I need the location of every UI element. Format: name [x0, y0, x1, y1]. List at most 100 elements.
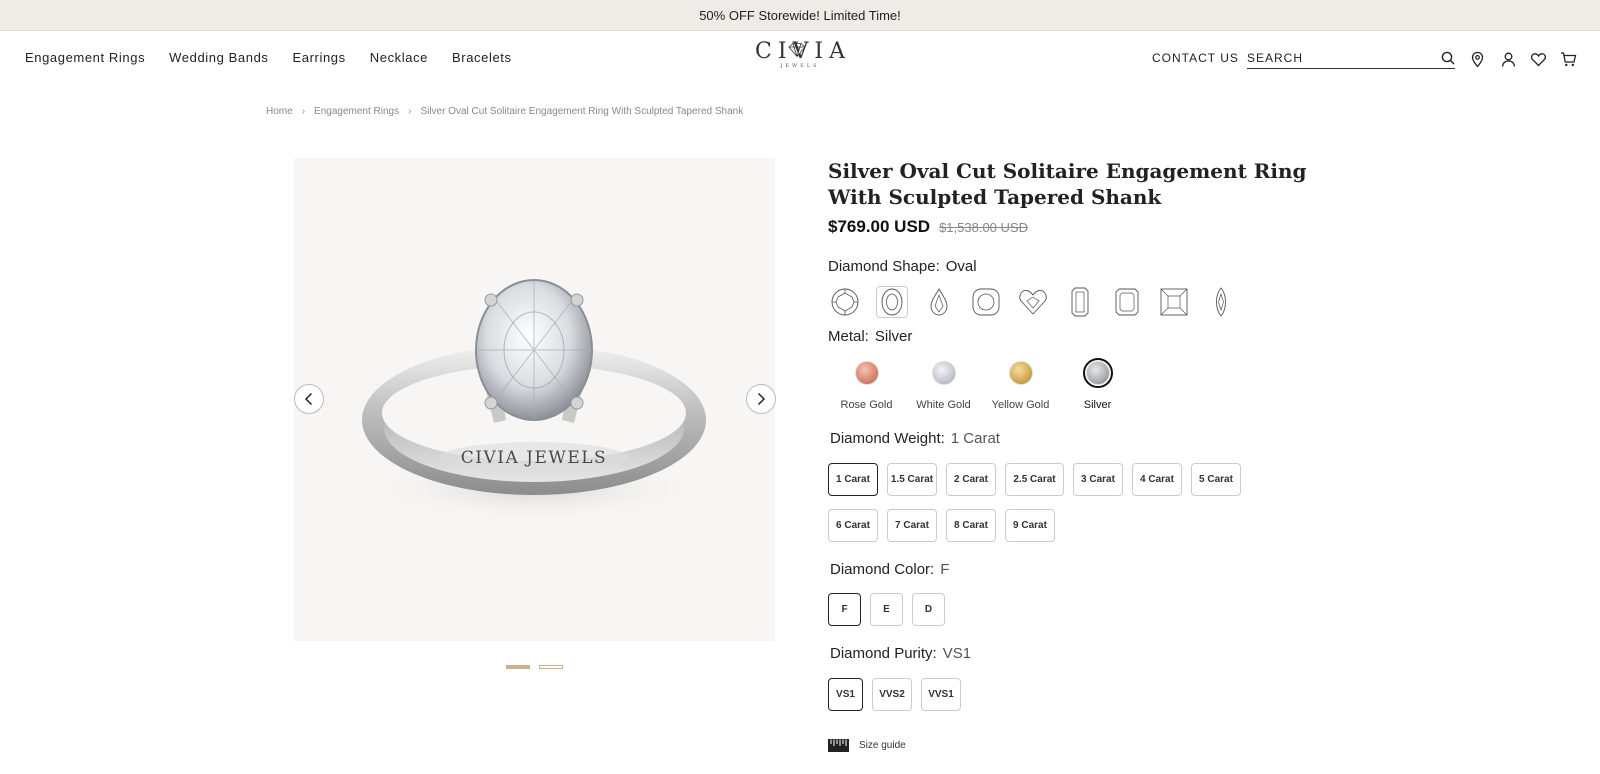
shape-radiant[interactable]: [1111, 286, 1143, 318]
metal-swatch-ring: [929, 358, 959, 388]
metal-swatch-ring: [852, 358, 882, 388]
weight-option[interactable]: 2.5 Carat: [1005, 463, 1064, 496]
nav-engagement-rings[interactable]: Engagement Rings: [25, 50, 145, 65]
color-option[interactable]: F: [828, 593, 861, 626]
ring-image: CIVIA JEWELS: [362, 279, 706, 522]
weight-option[interactable]: 4 Carat: [1132, 463, 1182, 496]
metal-swatch: [854, 361, 879, 385]
gallery-dot[interactable]: [539, 665, 563, 669]
weight-option[interactable]: 1.5 Carat: [887, 463, 937, 496]
weight-option[interactable]: 8 Carat: [946, 509, 996, 542]
pear-diamond-icon: [930, 288, 948, 316]
search-icon[interactable]: [1441, 51, 1455, 65]
shape-round[interactable]: [829, 286, 861, 318]
announcement-bar: 50% OFF Storewide! Limited Time!: [0, 0, 1600, 31]
metal-yellow-gold[interactable]: Yellow Gold: [982, 358, 1059, 411]
shape-value: Oval: [945, 258, 977, 275]
color-option[interactable]: E: [870, 593, 903, 626]
round-diamond-icon: [831, 288, 859, 316]
weight-option[interactable]: 2 Carat: [946, 463, 996, 496]
metal-label-text: Metal:: [828, 328, 869, 345]
metal-name: White Gold: [916, 399, 971, 411]
heart-diamond-icon: [1019, 290, 1047, 315]
purity-option[interactable]: VVS2: [872, 678, 912, 711]
metal-name: Silver: [1083, 399, 1112, 411]
sale-price: $769.00 USD: [828, 217, 931, 236]
nav-necklace[interactable]: Necklace: [370, 50, 428, 65]
shape-princess[interactable]: [1158, 286, 1190, 318]
gallery-dot-active[interactable]: [506, 665, 530, 669]
shape-cushion[interactable]: [970, 286, 1002, 318]
oval-diamond-icon: [881, 288, 903, 316]
heart-icon[interactable]: [1530, 51, 1547, 68]
size-guide-label: Size guide: [859, 740, 906, 751]
shape-heart[interactable]: [1017, 286, 1049, 318]
color-option[interactable]: D: [912, 593, 945, 626]
color-label-text: Diamond Color:: [830, 561, 935, 578]
metal-name: Yellow Gold: [991, 399, 1050, 411]
weight-option[interactable]: 6 Carat: [828, 509, 878, 542]
metal-swatch: [1008, 361, 1033, 385]
user-icon[interactable]: [1500, 51, 1517, 68]
gallery-next-button[interactable]: [746, 384, 776, 414]
weight-option[interactable]: 5 Carat: [1191, 463, 1241, 496]
shape-marquise[interactable]: [1205, 286, 1237, 318]
nav-wedding-bands[interactable]: Wedding Bands: [169, 50, 268, 65]
weight-value: 1 Carat: [950, 430, 1000, 447]
diamond-logo-icon: [788, 43, 806, 57]
cushion-diamond-icon: [972, 288, 1000, 316]
weight-option[interactable]: 7 Carat: [887, 509, 937, 542]
shape-label: Diamond Shape: Oval: [828, 258, 977, 275]
purity-option[interactable]: VVS1: [921, 678, 961, 711]
announcement-text: 50% OFF Storewide! Limited Time!: [699, 7, 901, 23]
product-title: Silver Oval Cut Solitaire Engagement Rin…: [828, 159, 1307, 209]
shape-oval[interactable]: [876, 286, 908, 318]
weight-options-row-2: 6 Carat 7 Carat 8 Carat 9 Carat: [828, 509, 1055, 542]
shape-emerald[interactable]: [1064, 286, 1096, 318]
metal-swatch: [1085, 361, 1110, 385]
emerald-diamond-icon: [1071, 287, 1089, 317]
gallery-prev-button[interactable]: [294, 384, 324, 414]
logo[interactable]: CIVIA JEWELS: [755, 41, 845, 70]
engraving-text: CIVIA JEWELS: [461, 448, 607, 468]
metal-silver[interactable]: Silver: [1059, 358, 1136, 411]
metal-label: Metal: Silver: [828, 328, 912, 345]
location-pin-icon[interactable]: [1469, 51, 1486, 68]
contact-us-link[interactable]: CONTACT US: [1152, 51, 1239, 65]
chevron-left-icon: [304, 392, 313, 406]
purity-option[interactable]: VS1: [828, 678, 863, 711]
weight-option[interactable]: 9 Carat: [1005, 509, 1055, 542]
purity-label: Diamond Purity: VS1: [830, 645, 971, 662]
metal-swatch-ring: [1082, 358, 1113, 388]
metal-white-gold[interactable]: White Gold: [905, 358, 982, 411]
metal-rose-gold[interactable]: Rose Gold: [828, 358, 905, 411]
chevron-right-icon: ›: [301, 106, 306, 117]
weight-option[interactable]: 1 Carat: [828, 463, 878, 496]
chevron-right-icon: [757, 392, 766, 406]
search-placeholder: SEARCH: [1247, 51, 1304, 65]
gallery-pagination: [506, 665, 563, 669]
weight-label-text: Diamond Weight:: [830, 430, 945, 447]
weight-option[interactable]: 3 Carat: [1073, 463, 1123, 496]
nav-earrings[interactable]: Earrings: [293, 50, 346, 65]
weight-label: Diamond Weight: 1 Carat: [830, 430, 1000, 447]
shape-pear[interactable]: [923, 286, 955, 318]
breadcrumb-engagement-rings[interactable]: Engagement Rings: [314, 106, 399, 117]
metal-name: Rose Gold: [840, 399, 893, 411]
metal-swatch: [931, 361, 956, 385]
price-block: $769.00 USD $1,538.00 USD: [828, 217, 1028, 237]
search-field[interactable]: SEARCH: [1247, 48, 1455, 69]
princess-diamond-icon: [1160, 288, 1188, 316]
color-label: Diamond Color: F: [830, 561, 949, 578]
chevron-right-icon: ›: [408, 106, 412, 117]
nav-bracelets[interactable]: Bracelets: [452, 50, 512, 65]
cart-icon[interactable]: [1560, 51, 1577, 68]
breadcrumb-home[interactable]: Home: [266, 106, 293, 117]
weight-options-row-1: 1 Carat 1.5 Carat 2 Carat 2.5 Carat 3 Ca…: [828, 463, 1241, 496]
purity-value: VS1: [942, 645, 972, 662]
product-image[interactable]: CIVIA JEWELS: [294, 158, 776, 641]
color-options: F E D: [828, 593, 945, 626]
ruler-icon: [828, 739, 849, 752]
metal-options: Rose Gold White Gold Yellow Gold Silver: [828, 358, 1136, 411]
size-guide-link[interactable]: Size guide: [828, 739, 906, 752]
